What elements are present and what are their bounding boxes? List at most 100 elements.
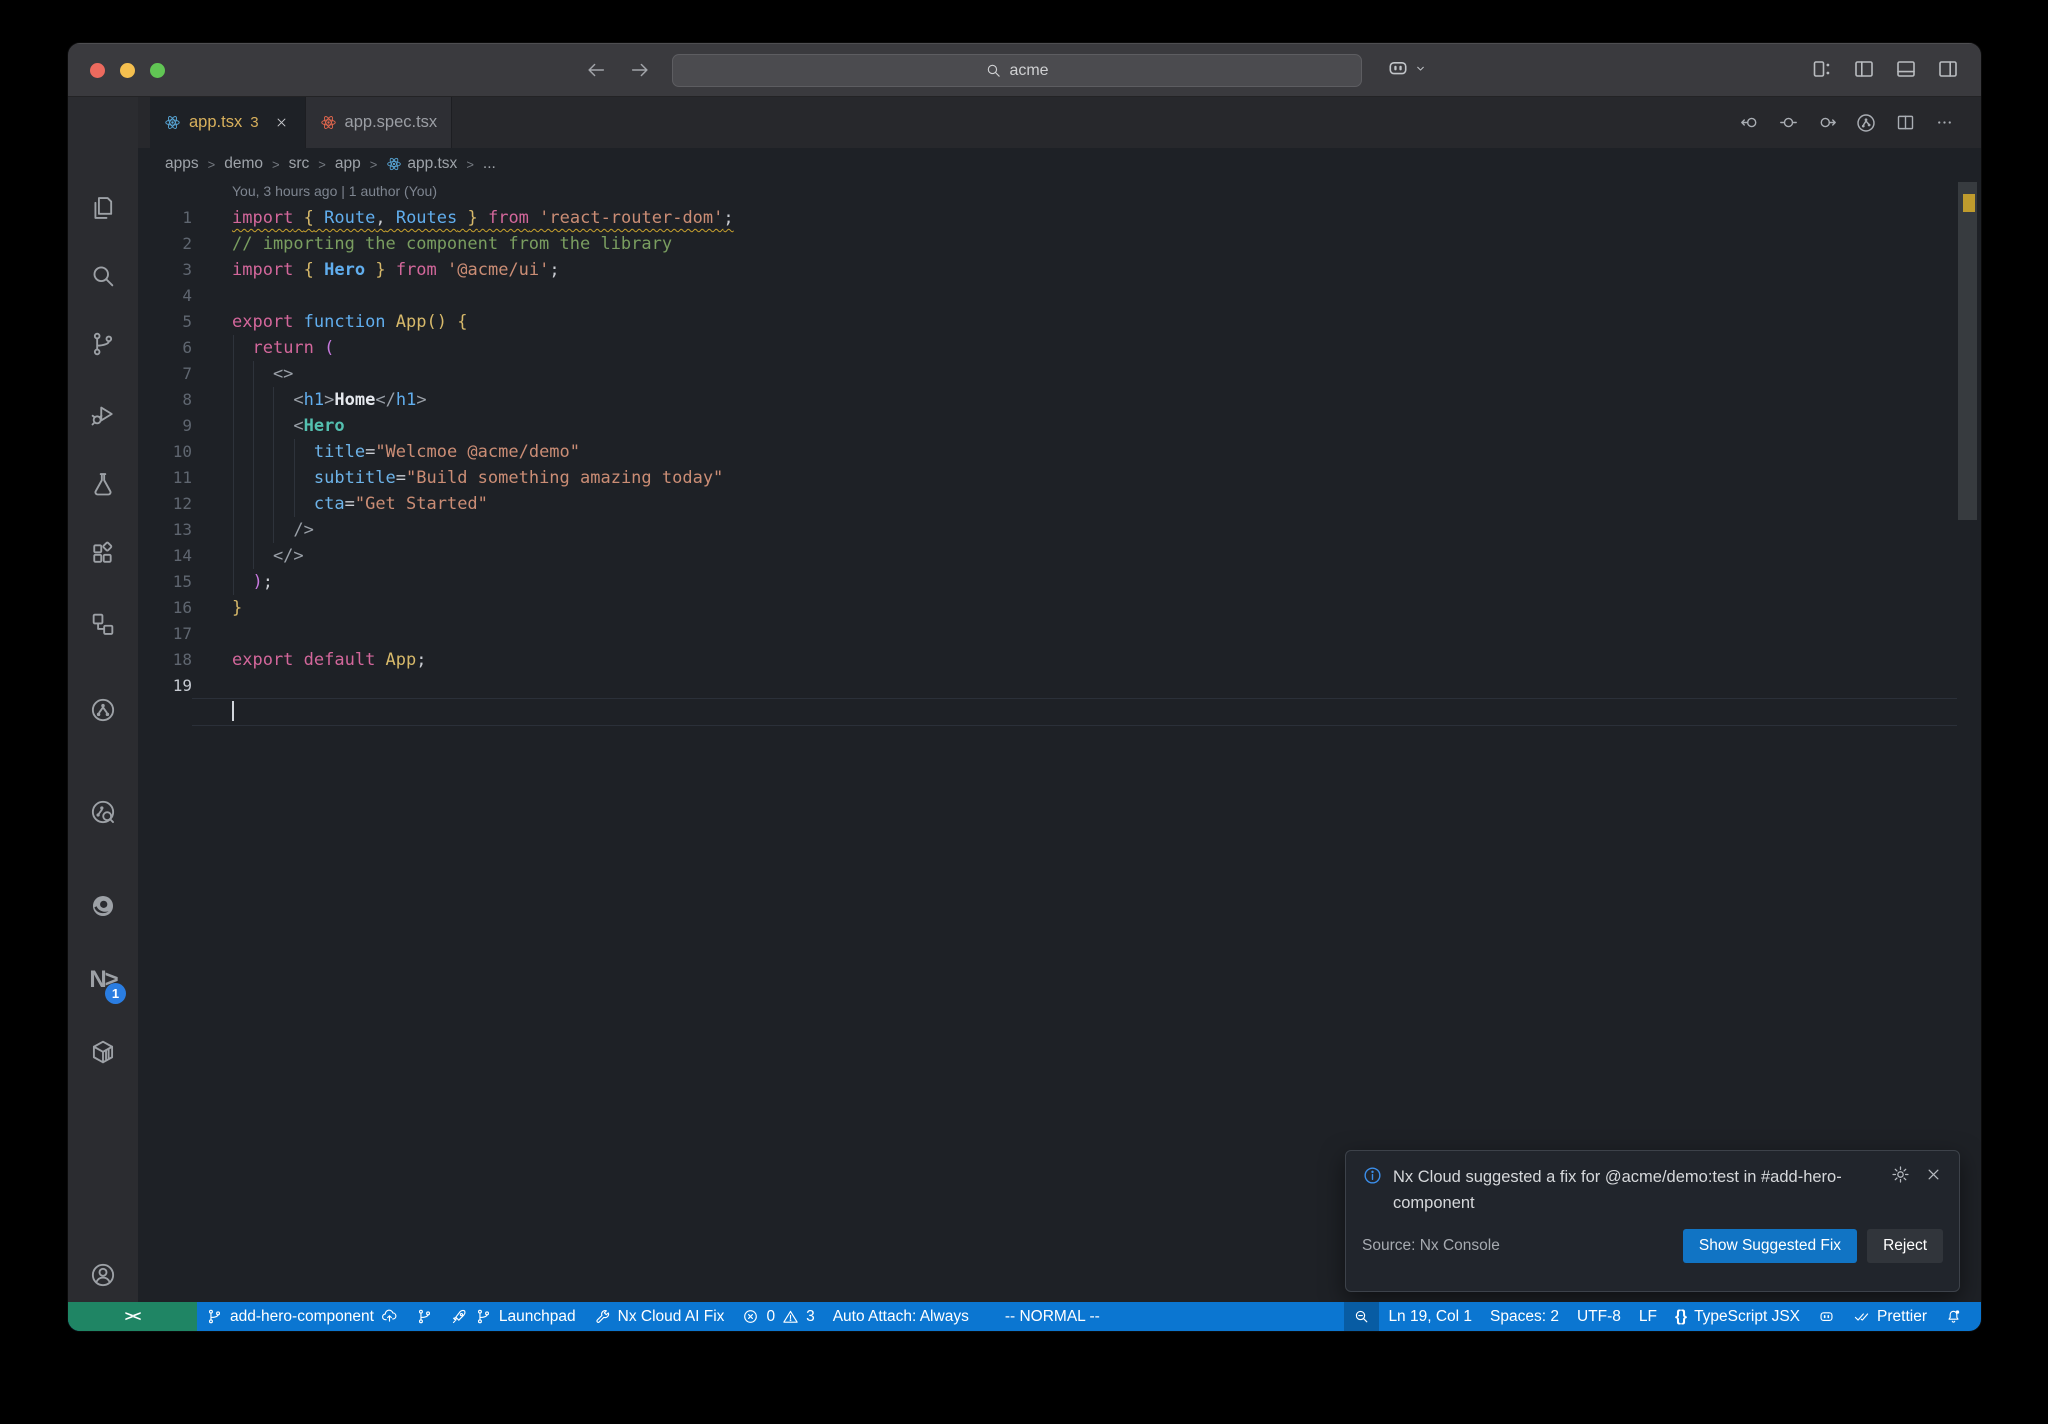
status-item-prettier[interactable]: Prettier — [1844, 1302, 1936, 1331]
line-number[interactable]: 18 — [138, 647, 192, 673]
toggle-panel-right-icon[interactable] — [1935, 56, 1961, 82]
line-number[interactable]: 17 — [138, 621, 192, 647]
activity-item-edge-tools[interactable] — [68, 880, 138, 932]
breadcrumb-separator: > — [318, 156, 326, 172]
status-item-encoding[interactable]: UTF-8 — [1568, 1302, 1630, 1331]
code-line: 16} — [138, 595, 1981, 621]
close-tab-icon[interactable] — [273, 114, 291, 132]
scrollbar[interactable] — [1958, 182, 1977, 520]
git-branch-icon — [206, 1308, 223, 1325]
nav-back-circle-icon[interactable] — [1738, 112, 1760, 134]
notification-settings-gear-icon[interactable] — [1891, 1165, 1910, 1216]
activity-item-nx-project-details[interactable] — [68, 786, 138, 838]
status-item-notifications[interactable] — [1936, 1302, 1971, 1331]
git-blame-lens[interactable]: You, 3 hours ago | 1 author (You) — [232, 183, 437, 199]
back-arrow-icon[interactable] — [583, 57, 609, 83]
status-item-language[interactable]: {} TypeScript JSX — [1666, 1302, 1809, 1331]
status-item-copilot[interactable] — [1809, 1302, 1844, 1331]
layout-controls — [1809, 56, 1961, 82]
line-number[interactable]: 11 — [138, 465, 192, 491]
indent-guide — [293, 439, 295, 517]
line-number[interactable]: 3 — [138, 257, 192, 283]
tab-app.spec.tsx[interactable]: app.spec.tsx — [305, 97, 453, 148]
breadcrumb-separator: > — [272, 156, 280, 172]
line-number[interactable]: 4 — [138, 283, 192, 309]
minimize-window-button[interactable] — [120, 63, 135, 78]
nav-forward-circle-icon[interactable] — [1816, 112, 1838, 134]
copilot-menu[interactable] — [1386, 56, 1428, 80]
breadcrumb-item-src[interactable]: src — [289, 155, 310, 173]
copilot-icon — [1818, 1308, 1835, 1325]
status-item-vim-mode[interactable]: -- NORMAL -- — [996, 1302, 1109, 1331]
show-suggested-fix-button[interactable]: Show Suggested Fix — [1682, 1229, 1858, 1264]
status-item-graph[interactable] — [407, 1302, 442, 1331]
status-item-branch[interactable]: add-hero-component — [197, 1302, 407, 1331]
status-item-indentation[interactable]: Spaces: 2 — [1481, 1302, 1568, 1331]
code-line: 13 /> — [138, 517, 1981, 543]
status-label: Spaces: 2 — [1490, 1307, 1559, 1325]
zoom-out-icon — [1353, 1308, 1370, 1325]
reject-button[interactable]: Reject — [1867, 1229, 1943, 1264]
nav-circle-icon[interactable] — [1777, 112, 1799, 134]
activity-item-search[interactable] — [68, 250, 138, 302]
status-item-zoom[interactable] — [1344, 1302, 1380, 1331]
breadcrumb-item-apps[interactable]: apps — [165, 155, 199, 173]
code-editor[interactable]: You, 3 hours ago | 1 author (You) 1 impor… — [138, 180, 1981, 1302]
tab-app.tsx[interactable]: app.tsx 3 — [150, 97, 306, 148]
line-number[interactable]: 6 — [138, 335, 192, 361]
run-debug-icon — [89, 400, 117, 428]
line-number[interactable]: 16 — [138, 595, 192, 621]
code-line: 10 title="Welcmoe @acme/demo" — [138, 439, 1981, 465]
line-number[interactable]: 1 — [138, 205, 192, 231]
line-number[interactable]: 19 — [138, 673, 192, 699]
close-window-button[interactable] — [90, 63, 105, 78]
line-number[interactable]: 14 — [138, 543, 192, 569]
activity-item-dependencies[interactable] — [68, 1026, 138, 1078]
git-branch-icon — [89, 330, 117, 358]
status-item-cursor-position[interactable]: Ln 19, Col 1 — [1379, 1302, 1481, 1331]
copilot-icon — [1386, 56, 1410, 80]
line-number[interactable]: 2 — [138, 231, 192, 257]
activity-item-explorer[interactable] — [68, 182, 138, 234]
line-number[interactable]: 15 — [138, 569, 192, 595]
line-number[interactable]: 9 — [138, 413, 192, 439]
activity-item-remote-targets[interactable] — [68, 598, 138, 650]
zoom-window-button[interactable] — [150, 63, 165, 78]
line-number[interactable]: 13 — [138, 517, 192, 543]
breadcrumb-item-demo[interactable]: demo — [224, 155, 263, 173]
split-editor-icon[interactable] — [1894, 112, 1916, 134]
status-label: Nx Cloud AI Fix — [617, 1307, 725, 1325]
status-item-eol[interactable]: LF — [1630, 1302, 1666, 1331]
breadcrumb-tail[interactable]: ... — [483, 155, 496, 173]
breadcrumb-item-app[interactable]: app — [335, 155, 361, 173]
more-actions-icon[interactable] — [1933, 112, 1955, 134]
toggle-panel-bottom-icon[interactable] — [1893, 56, 1919, 82]
status-item-nx-cloud-ai-fix[interactable]: Nx Cloud AI Fix — [585, 1302, 734, 1331]
history-nav — [583, 57, 653, 83]
activity-item-nx-graph[interactable] — [68, 684, 138, 736]
code-line: 4 — [138, 283, 1981, 309]
forward-arrow-icon[interactable] — [627, 57, 653, 83]
search-icon — [985, 62, 1002, 79]
line-number[interactable]: 8 — [138, 387, 192, 413]
line-number[interactable]: 5 — [138, 309, 192, 335]
toggle-panel-left-icon[interactable] — [1851, 56, 1877, 82]
activity-item-run-debug[interactable] — [68, 388, 138, 440]
line-number[interactable]: 12 — [138, 491, 192, 517]
breadcrumb-file[interactable]: app.tsx — [386, 155, 457, 173]
line-number[interactable]: 7 — [138, 361, 192, 387]
activity-item-source-control[interactable] — [68, 318, 138, 370]
activity-item-extensions[interactable] — [68, 528, 138, 580]
line-number[interactable]: 10 — [138, 439, 192, 465]
run-graph-circle-icon[interactable] — [1855, 112, 1877, 134]
customize-layout-icon[interactable] — [1809, 56, 1835, 82]
status-item-launchpad[interactable]: Launchpad — [442, 1302, 585, 1331]
notification-close-icon[interactable] — [1924, 1165, 1943, 1216]
activity-item-testing[interactable] — [68, 458, 138, 510]
status-item-auto-attach[interactable]: Auto Attach: Always — [824, 1302, 978, 1331]
remote-indicator[interactable]: >< — [68, 1302, 197, 1331]
status-item-problems[interactable]: 03 — [733, 1302, 823, 1331]
command-center-search[interactable]: acme — [672, 54, 1362, 87]
activity-item-accounts[interactable] — [68, 1249, 138, 1301]
activity-item-nx-console[interactable]: N> 1 — [68, 954, 138, 1006]
